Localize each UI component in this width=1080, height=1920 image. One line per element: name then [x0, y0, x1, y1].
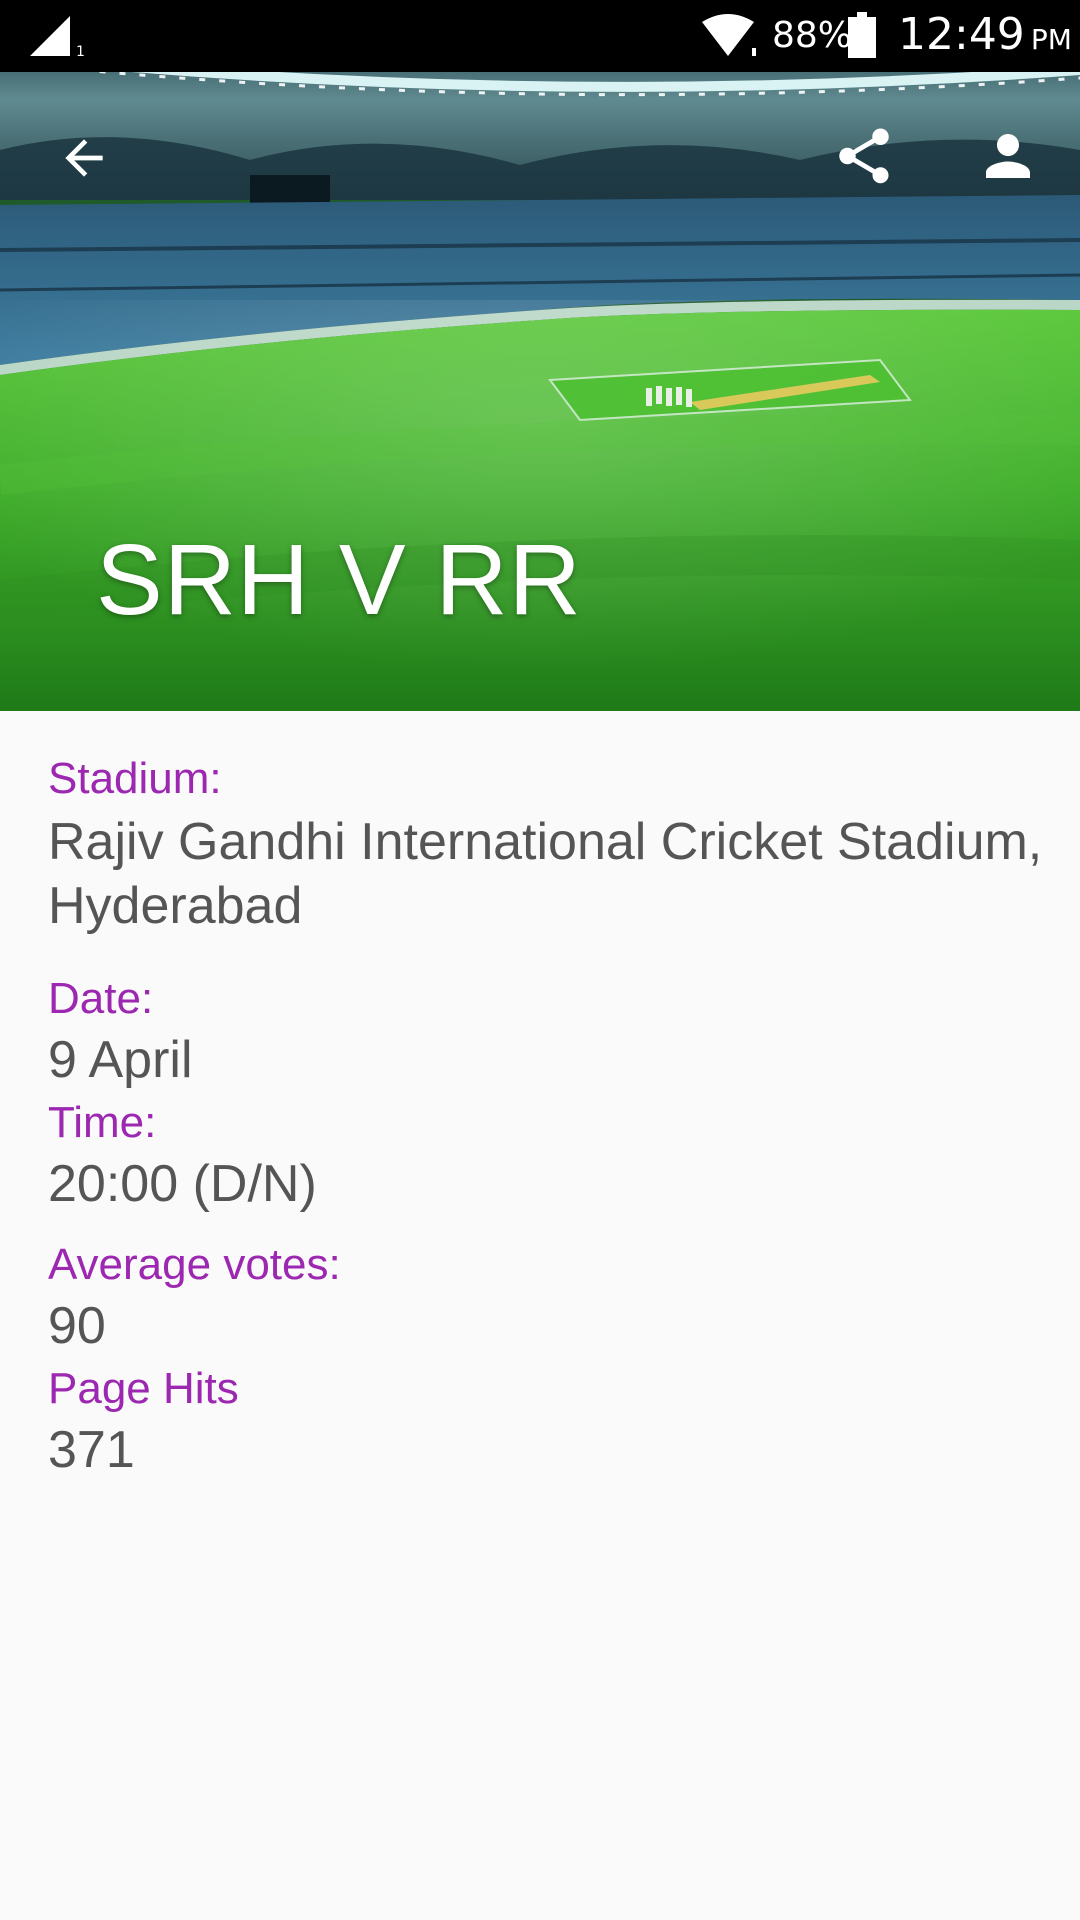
average-votes-field: Average votes: 90	[48, 1236, 1058, 1358]
stadium-label: Stadium:	[48, 754, 222, 803]
share-button[interactable]	[824, 116, 904, 196]
date-field: Date: 9 April	[48, 970, 1058, 1092]
page-hits-value: 371	[48, 1421, 135, 1479]
back-button[interactable]	[44, 118, 124, 198]
date-value: 9 April	[48, 1031, 193, 1089]
battery-icon	[848, 12, 876, 58]
time-value: 20:00 (D/N)	[48, 1155, 317, 1213]
cell-signal-icon: 1	[30, 16, 85, 58]
average-votes-value: 90	[48, 1297, 106, 1355]
share-icon	[839, 128, 889, 184]
person-icon	[986, 134, 1030, 178]
svg-text:1: 1	[76, 44, 85, 58]
clock-time: 12:49	[898, 9, 1025, 60]
match-detail-screen: 1 88% 12:49 PM SRH V RR Stadium: Rajiv G…	[0, 0, 1080, 1920]
clock-ampm: PM	[1030, 23, 1072, 56]
average-votes-label: Average votes:	[48, 1240, 341, 1289]
hero-header: 1 88% 12:49 PM SRH V RR	[0, 0, 1080, 711]
time-label: Time:	[48, 1098, 157, 1147]
time-field: Time: 20:00 (D/N)	[48, 1094, 1058, 1216]
profile-button[interactable]	[968, 116, 1048, 196]
match-title: SRH V RR	[96, 524, 582, 636]
stadium-value: Rajiv Gandhi International Cricket Stadi…	[48, 813, 1043, 935]
date-label: Date:	[48, 974, 154, 1023]
page-hits-label: Page Hits	[48, 1364, 239, 1413]
stadium-field: Stadium: Rajiv Gandhi International Cric…	[48, 750, 1058, 938]
arrow-back-icon	[65, 139, 103, 177]
status-clock: 12:49 PM	[898, 10, 1072, 60]
status-bar: 1 88% 12:49 PM	[0, 0, 1080, 72]
page-hits-field: Page Hits 371	[48, 1360, 1058, 1482]
battery-percentage: 88%	[772, 15, 853, 56]
wifi-icon	[702, 14, 756, 56]
match-details: Stadium: Rajiv Gandhi International Cric…	[48, 750, 1058, 1482]
